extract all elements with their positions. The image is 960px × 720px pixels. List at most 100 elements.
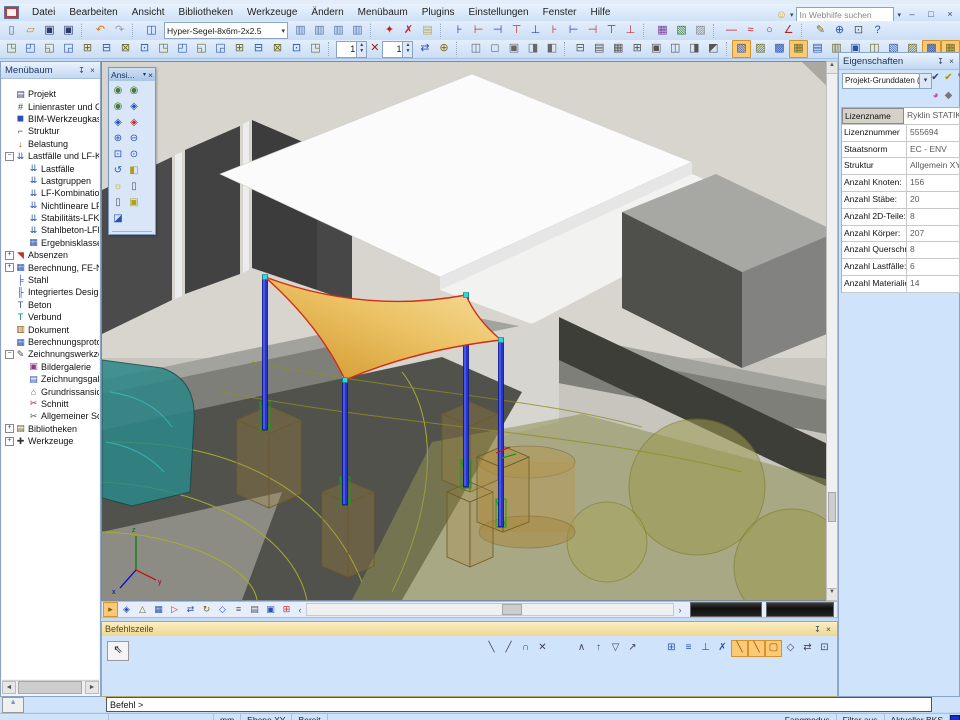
clipboard-icon[interactable]: ▤ [418, 22, 437, 40]
object-track-icon[interactable]: ╲ [748, 640, 765, 657]
property-group-combo[interactable]: Projekt-Grunddaten (1) [842, 73, 922, 89]
y-count-spinner[interactable]: 1 ▲▼ [382, 41, 413, 58]
support-tool-icon[interactable]: ⊤ [507, 22, 526, 40]
property-row[interactable]: Anzahl Lastfälle: 6 [842, 259, 960, 276]
snap-intersection-icon[interactable]: ✕ [534, 640, 551, 657]
pan-icon[interactable]: ◈ [119, 602, 134, 617]
tree-expander-icon[interactable] [18, 164, 27, 173]
pencil-icon[interactable]: ✎ [811, 22, 830, 40]
view-manager-icon[interactable]: ◫ [142, 22, 161, 40]
view-x-icon[interactable]: ◈ [126, 99, 142, 115]
tree-item[interactable]: + ▤ Bibliotheken [2, 423, 99, 435]
tree-item[interactable]: ▤ Projekt [2, 88, 99, 100]
scroll-right-icon[interactable]: ► [85, 681, 99, 694]
toolbar-separator[interactable] [554, 640, 571, 657]
tree-item[interactable]: ╞ Stahl [2, 274, 99, 286]
export-icon[interactable]: ▥ [348, 22, 367, 40]
status-snap-mode[interactable]: Fangmodus [779, 714, 837, 720]
settings-icon[interactable]: ◩ [704, 40, 723, 58]
light-icon[interactable]: ☼ [110, 179, 126, 195]
tree-expander-icon[interactable] [5, 114, 14, 123]
ucs-color-swatch[interactable] [950, 715, 960, 720]
window-new-icon[interactable]: ▣ [504, 40, 523, 58]
status-plane[interactable]: Ebene XY [241, 714, 292, 720]
edit-check-add-icon[interactable]: ✔ [942, 72, 955, 85]
object-snap-icon[interactable]: ╲ [731, 640, 748, 657]
tree-item[interactable]: ╟ Integriertes Design Forms [2, 286, 99, 298]
show-axes-icon[interactable]: ▤ [808, 40, 827, 58]
hammer-icon[interactable]: ✦ [380, 22, 399, 40]
tree-expander-icon[interactable] [18, 238, 27, 247]
import-icon[interactable]: ▥ [329, 22, 348, 40]
status-filter[interactable]: Filter aus [837, 714, 885, 720]
property-row[interactable]: Anzahl Stäbe: 20 [842, 192, 960, 209]
show-loads-icon[interactable]: ▧ [732, 40, 751, 58]
tree-expander-icon[interactable]: + [5, 263, 14, 272]
view-y-icon[interactable]: ◈ [110, 115, 126, 131]
tree-expander-icon[interactable] [5, 338, 14, 347]
property-row[interactable]: Anzahl Knoten: 156 [842, 175, 960, 192]
view-top-icon[interactable]: ◉ [126, 83, 142, 99]
zoom-previous-icon[interactable]: ↺ [110, 163, 126, 179]
toolbar-separator[interactable] [132, 23, 140, 39]
zoom-in-icon[interactable]: ⊕ [110, 131, 126, 147]
window-tile-icon[interactable]: ◻ [485, 40, 504, 58]
zoom-delete-icon[interactable]: ◧ [126, 163, 142, 179]
tree-expander-icon[interactable]: + [5, 437, 14, 446]
perspective-icon[interactable]: ◇ [215, 602, 230, 617]
scroll-left-icon[interactable]: ◄ [2, 681, 16, 694]
zoom-window-icon[interactable]: ⊡ [110, 147, 126, 163]
view-front-icon[interactable]: ◉ [110, 99, 126, 115]
tree-expander-icon[interactable] [18, 201, 27, 210]
copy-icon[interactable]: ⊟ [97, 40, 116, 58]
zoom-extents-icon[interactable]: ⊙ [126, 147, 142, 163]
tree-item[interactable]: ▦ Berechnungsprotokoll [2, 336, 99, 348]
show-grid-icon[interactable]: ▦ [789, 40, 808, 58]
restore-button[interactable]: □ [923, 8, 939, 22]
tree-expander-icon[interactable]: + [5, 424, 14, 433]
tree-item[interactable]: − ⇊ Lastfälle und LF-Kombinatic [2, 150, 99, 162]
status-unit[interactable]: mm [214, 714, 241, 720]
measure-icon[interactable]: ⊡ [849, 22, 868, 40]
undo-icon[interactable]: ↶ [91, 22, 110, 40]
background-icon[interactable]: ▣ [126, 195, 142, 211]
divide-icon[interactable]: ⊟ [249, 40, 268, 58]
tree-expander-icon[interactable] [18, 387, 27, 396]
scroll-down-icon[interactable]: ▼ [827, 588, 837, 600]
search-dropdown-icon[interactable]: ▾ [897, 11, 901, 19]
edit-check-icon[interactable]: ✔ [929, 72, 942, 85]
toolbar-separator[interactable] [644, 640, 661, 657]
tree-expander-icon[interactable]: − [5, 152, 14, 161]
options-icon[interactable]: ◨ [685, 40, 704, 58]
tables-icon[interactable]: ▦ [653, 22, 672, 40]
view-z-icon[interactable]: ◈ [126, 115, 142, 131]
zoom-out-icon[interactable]: ⊖ [126, 131, 142, 147]
snap-center-icon[interactable]: ∩ [517, 640, 534, 657]
line-tool-icon[interactable]: — [722, 22, 741, 40]
rotate-icon[interactable]: ⊡ [135, 40, 154, 58]
help-dropdown-icon[interactable]: ▾ [790, 11, 794, 19]
parallel-tool-icon[interactable]: ≈ [741, 22, 760, 40]
trim-icon[interactable]: ◱ [192, 40, 211, 58]
close-button[interactable]: × [942, 8, 958, 22]
tree-expander-icon[interactable]: + [5, 251, 14, 260]
tree-item[interactable]: ⇊ Lastfälle [2, 162, 99, 174]
report-icon[interactable]: ⊟ [571, 40, 590, 58]
cursor-mode-button[interactable]: ⇖ [107, 641, 129, 661]
draw-node-icon[interactable]: ◳ [2, 40, 21, 58]
toolbar-separator[interactable] [456, 41, 464, 57]
show-numbers-icon[interactable]: ▩ [770, 40, 789, 58]
menu-item[interactable]: Menübaum [351, 5, 415, 20]
window-split-icon[interactable]: ◨ [523, 40, 542, 58]
tree-expander-icon[interactable] [5, 102, 14, 111]
print-view-icon[interactable]: ▯ [110, 195, 126, 211]
menu-item[interactable]: Ansicht [125, 5, 172, 20]
window-close-icon[interactable]: ◧ [542, 40, 561, 58]
view-palette[interactable]: Ansi... ▾ × ◉◉◉◈◈◈⊕⊖⊡⊙↺◧☼▯▯▣◪ [108, 67, 156, 235]
release-tool-icon[interactable]: ⊢ [564, 22, 583, 40]
property-row[interactable]: Lizenzname Ryklin STATIK [842, 108, 960, 125]
teal-solid[interactable] [102, 360, 194, 506]
measure-2-icon[interactable]: ⊡ [287, 40, 306, 58]
menu-item[interactable]: Bibliotheken [172, 5, 240, 20]
shade-icon[interactable]: ⇄ [183, 602, 198, 617]
